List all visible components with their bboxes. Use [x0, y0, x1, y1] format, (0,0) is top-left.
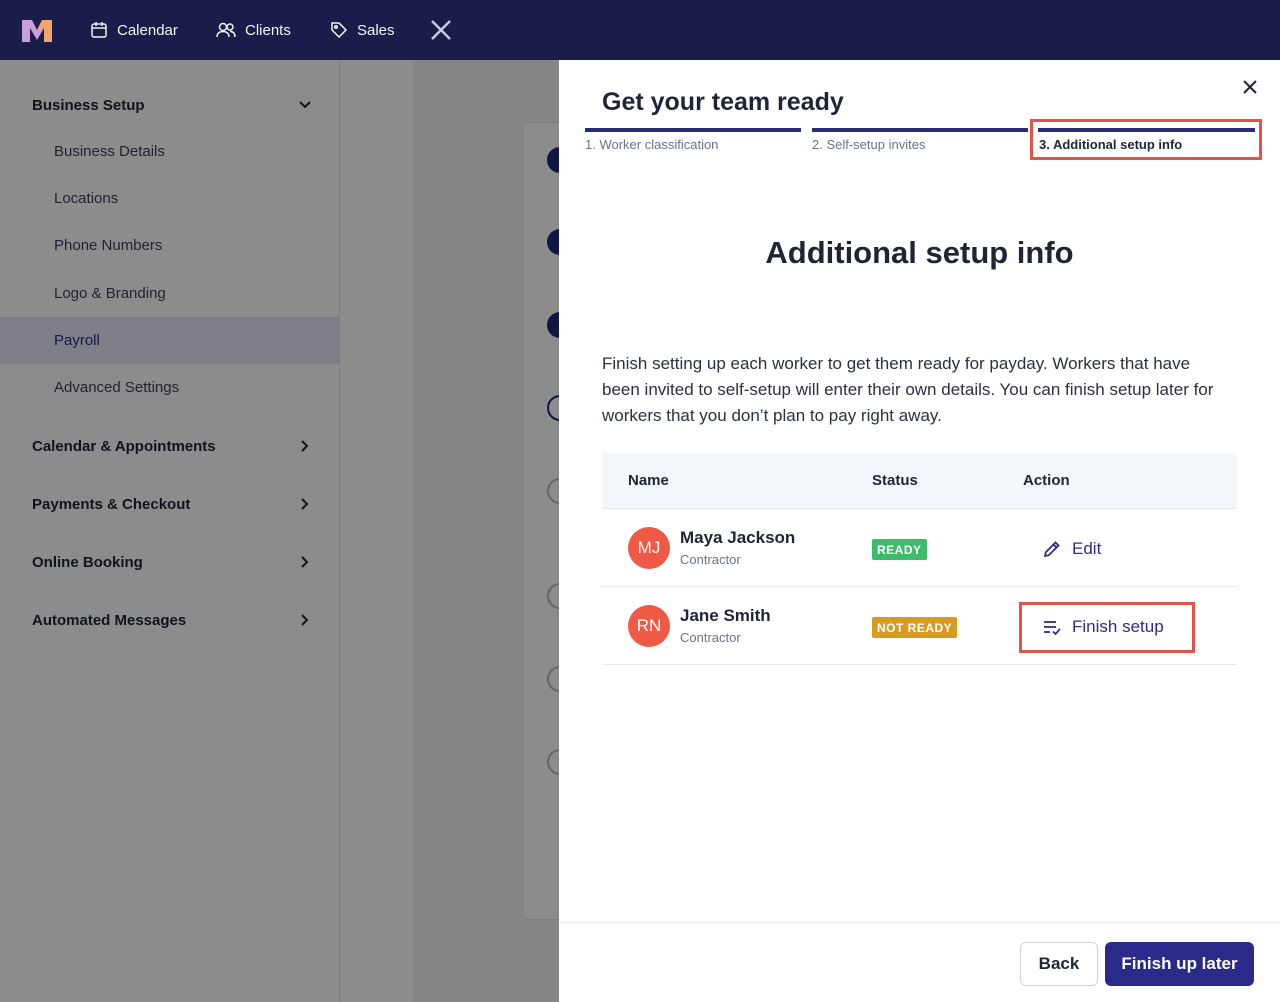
step-label: 1. Worker classification	[585, 137, 719, 152]
step-label: 2. Self-setup invites	[812, 137, 926, 152]
avatar: RN	[628, 605, 670, 647]
calendar-icon	[91, 22, 107, 38]
section-heading: Additional setup info	[765, 235, 1074, 270]
worker-role: Contractor	[680, 552, 741, 567]
stepper-segment	[585, 128, 801, 132]
footer-divider	[559, 922, 1280, 923]
table-header: Name Status Action	[602, 453, 1237, 509]
users-icon	[216, 22, 236, 38]
worker-name: Maya Jackson	[680, 528, 796, 547]
stepper-segment	[812, 128, 1028, 132]
app-logo[interactable]	[22, 20, 52, 42]
worker-role: Contractor	[680, 630, 741, 645]
team-setup-drawer: Get your team ready 1. Worker classifica…	[559, 60, 1280, 1002]
nav-sales[interactable]: Sales	[330, 0, 395, 60]
nav-calendar-label: Calendar	[117, 21, 178, 39]
column-header-action: Action	[1023, 472, 1070, 489]
top-navigation-bar: Calendar Clients Sales	[0, 0, 1280, 60]
nav-clients-label: Clients	[245, 21, 291, 39]
edit-button[interactable]: Edit	[1042, 537, 1101, 561]
edit-button-label: Edit	[1072, 539, 1102, 558]
close-icon[interactable]	[1239, 76, 1261, 98]
pencil-icon	[1043, 541, 1060, 558]
finish-later-button[interactable]: Finish up later	[1105, 942, 1254, 986]
nav-clients[interactable]: Clients	[216, 0, 291, 60]
table-row: MJ Maya Jackson Contractor READY Edit	[602, 509, 1237, 587]
status-badge: READY	[872, 539, 927, 560]
worker-name: Jane Smith	[680, 606, 771, 625]
tag-icon	[331, 22, 348, 39]
nav-sales-label: Sales	[357, 21, 395, 39]
column-header-name: Name	[628, 472, 669, 489]
status-badge: NOT READY	[872, 617, 958, 638]
close-icon[interactable]	[428, 17, 454, 43]
table-row: RN Jane Smith Contractor NOT READY Finis…	[602, 587, 1237, 665]
back-button[interactable]: Back	[1020, 942, 1098, 986]
section-description: Finish setting up each worker to get the…	[602, 354, 1214, 425]
avatar: MJ	[628, 527, 670, 569]
highlight-box	[1030, 119, 1262, 160]
highlight-box	[1019, 602, 1195, 653]
column-header-status: Status	[872, 472, 918, 489]
drawer-title: Get your team ready	[602, 88, 844, 116]
nav-calendar[interactable]: Calendar	[90, 0, 178, 60]
workers-table: Name Status Action MJ Maya Jackson Contr…	[602, 453, 1237, 665]
